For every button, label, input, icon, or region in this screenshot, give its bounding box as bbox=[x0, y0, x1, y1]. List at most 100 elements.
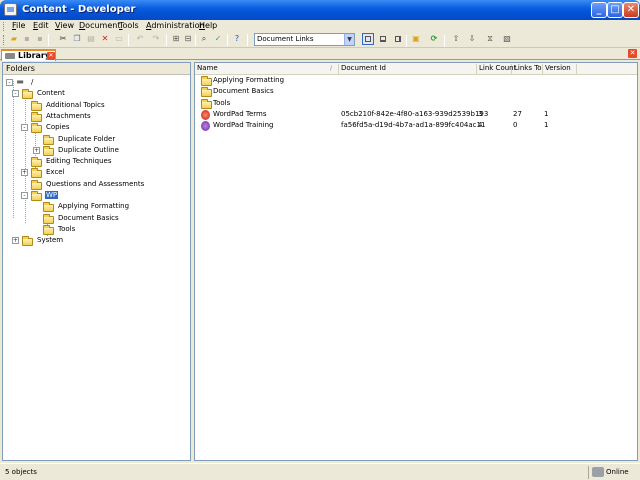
cell-version: 1 bbox=[544, 109, 549, 118]
folder-icon bbox=[31, 191, 42, 201]
collapse-all-icon[interactable]: ⊟ bbox=[183, 34, 193, 44]
table-row[interactable]: WordPad Terms 05cb210f-842e-4f80-a163-939… bbox=[195, 109, 637, 120]
tree-node-label: Copies bbox=[46, 123, 70, 132]
tree-node[interactable]: Duplicate Folder bbox=[3, 134, 190, 145]
menu-tools[interactable]: Tools bbox=[119, 21, 139, 30]
collapse-icon[interactable]: - bbox=[21, 124, 28, 132]
help-icon[interactable]: ? bbox=[232, 34, 242, 44]
save-icon[interactable]: ▪ bbox=[22, 34, 32, 44]
check-in-icon[interactable]: ⇧ bbox=[451, 34, 461, 44]
find-icon[interactable]: ⌕ bbox=[199, 34, 209, 44]
view-combo[interactable]: Document Links ▼ bbox=[254, 33, 355, 46]
open-folder-icon[interactable]: ▰ bbox=[9, 34, 19, 44]
connection-icon bbox=[592, 467, 604, 477]
status-bar: 5 objects Online bbox=[0, 463, 640, 480]
spell-check-icon[interactable]: ✓ bbox=[213, 34, 223, 44]
menu-bar: File Edit View Document Tools Administra… bbox=[0, 20, 640, 32]
column-document-id[interactable]: Document Id bbox=[339, 64, 477, 75]
copy-icon[interactable]: ❐ bbox=[72, 34, 82, 44]
refresh-icon[interactable]: ⟳ bbox=[429, 34, 439, 44]
tree-node[interactable]: Applying Formatting bbox=[3, 201, 190, 213]
app-icon[interactable] bbox=[4, 3, 17, 16]
tree-node[interactable]: Attachments bbox=[3, 111, 190, 122]
check-out-icon[interactable]: ⇩ bbox=[467, 34, 477, 44]
collapse-icon[interactable]: - bbox=[12, 90, 19, 98]
collapse-icon[interactable]: - bbox=[6, 79, 13, 86]
tree-node[interactable]: - Content bbox=[3, 88, 190, 100]
sort-indicator-icon: / bbox=[330, 65, 333, 72]
tree-node[interactable]: Editing Techniques bbox=[3, 156, 190, 168]
undo-icon[interactable]: ↶ bbox=[135, 34, 145, 44]
folder-icon bbox=[201, 76, 212, 86]
tree-node[interactable]: Tools bbox=[3, 224, 190, 235]
tree-node-label: WP bbox=[45, 191, 59, 199]
collapse-icon[interactable]: - bbox=[21, 192, 28, 199]
menu-administration[interactable]: Administration bbox=[146, 21, 205, 30]
expand-icon[interactable]: + bbox=[12, 237, 19, 245]
menu-edit[interactable]: Edit bbox=[33, 21, 49, 30]
folders-header-label: Folders bbox=[6, 64, 35, 73]
glossary-icon bbox=[201, 109, 210, 120]
properties-icon[interactable]: ▣ bbox=[411, 34, 421, 44]
column-links-to[interactable]: Links To bbox=[512, 64, 543, 75]
layout-columns-icon[interactable] bbox=[392, 33, 404, 45]
layout-rows-icon[interactable] bbox=[377, 33, 389, 45]
folder-icon bbox=[31, 100, 42, 111]
folder-icon bbox=[43, 145, 54, 156]
tree-node-label: System bbox=[37, 236, 64, 245]
table-row[interactable]: Document Basics bbox=[195, 86, 637, 98]
save-all-icon[interactable]: ▪ bbox=[35, 34, 45, 44]
tree-node[interactable]: - ▬ / bbox=[3, 77, 190, 88]
table-row[interactable]: Tools bbox=[195, 98, 637, 109]
menu-file[interactable]: File bbox=[12, 21, 25, 30]
lock-icon[interactable]: ▧ bbox=[502, 34, 512, 44]
cell-name: Document Basics bbox=[213, 87, 274, 96]
column-name[interactable]: Name bbox=[195, 64, 339, 75]
tree-node[interactable]: Additional Topics bbox=[3, 100, 190, 111]
chevron-down-icon[interactable]: ▼ bbox=[344, 34, 354, 45]
menu-grip[interactable] bbox=[3, 22, 6, 31]
folder-icon bbox=[31, 168, 42, 179]
table-row[interactable]: Applying Formatting bbox=[195, 75, 637, 86]
panel-close-icon[interactable]: ✕ bbox=[628, 49, 637, 58]
tree-node[interactable]: - Copies bbox=[3, 122, 190, 134]
redo-icon[interactable]: ↷ bbox=[151, 34, 161, 44]
expand-icon[interactable]: + bbox=[33, 146, 40, 154]
tab-close-icon[interactable]: ✕ bbox=[47, 52, 55, 60]
menu-help[interactable]: Help bbox=[199, 21, 217, 30]
expand-icon[interactable]: + bbox=[21, 169, 28, 177]
cell-link-count: 3 bbox=[478, 109, 483, 118]
tree-node-label: Questions and Assessments bbox=[46, 179, 145, 188]
tree-node[interactable]: + System bbox=[3, 235, 190, 247]
toolbar-separator bbox=[227, 34, 228, 46]
menu-document[interactable]: Document bbox=[79, 21, 120, 30]
close-button[interactable]: ✕ bbox=[623, 2, 639, 18]
expand-all-icon[interactable]: ⊞ bbox=[171, 34, 181, 44]
rename-icon[interactable]: ▭ bbox=[114, 34, 124, 44]
cell-name: WordPad Terms bbox=[213, 109, 267, 118]
history-icon[interactable]: ⧖ bbox=[485, 34, 495, 44]
column-link-count[interactable]: Link Count bbox=[477, 64, 516, 75]
layout-grid-icon[interactable] bbox=[362, 33, 374, 45]
table-row[interactable]: WordPad Training fa56fd5a-d19d-4b7a-ad1a-… bbox=[195, 120, 637, 132]
tree-node-label: Duplicate Folder bbox=[58, 134, 116, 143]
cut-icon[interactable]: ✂ bbox=[58, 34, 68, 44]
tree-node[interactable]: Document Basics bbox=[3, 213, 190, 224]
delete-icon[interactable]: ✕ bbox=[100, 34, 110, 44]
tree-node-label: / bbox=[31, 78, 34, 86]
documents-panel: Name / Document Id Link Count Links To V… bbox=[194, 62, 638, 461]
minimize-button[interactable]: _ bbox=[591, 2, 607, 18]
column-version[interactable]: Version bbox=[543, 64, 577, 75]
tab-library[interactable]: Library ✕ bbox=[1, 49, 56, 61]
menu-view[interactable]: View bbox=[55, 21, 74, 30]
folders-header: Folders bbox=[3, 63, 190, 75]
tree-node[interactable]: + Excel bbox=[3, 167, 190, 179]
paste-icon[interactable]: ▤ bbox=[86, 34, 96, 44]
toolbar-grip[interactable] bbox=[3, 35, 6, 45]
toolbar-separator bbox=[166, 34, 167, 46]
maximize-button[interactable]: □ bbox=[607, 2, 623, 18]
tree-node[interactable]: - WP bbox=[3, 190, 190, 201]
tree-node[interactable]: Questions and Assessments bbox=[3, 179, 190, 190]
tree-node[interactable]: + Duplicate Outline bbox=[3, 145, 190, 156]
folder-icon bbox=[201, 87, 212, 98]
